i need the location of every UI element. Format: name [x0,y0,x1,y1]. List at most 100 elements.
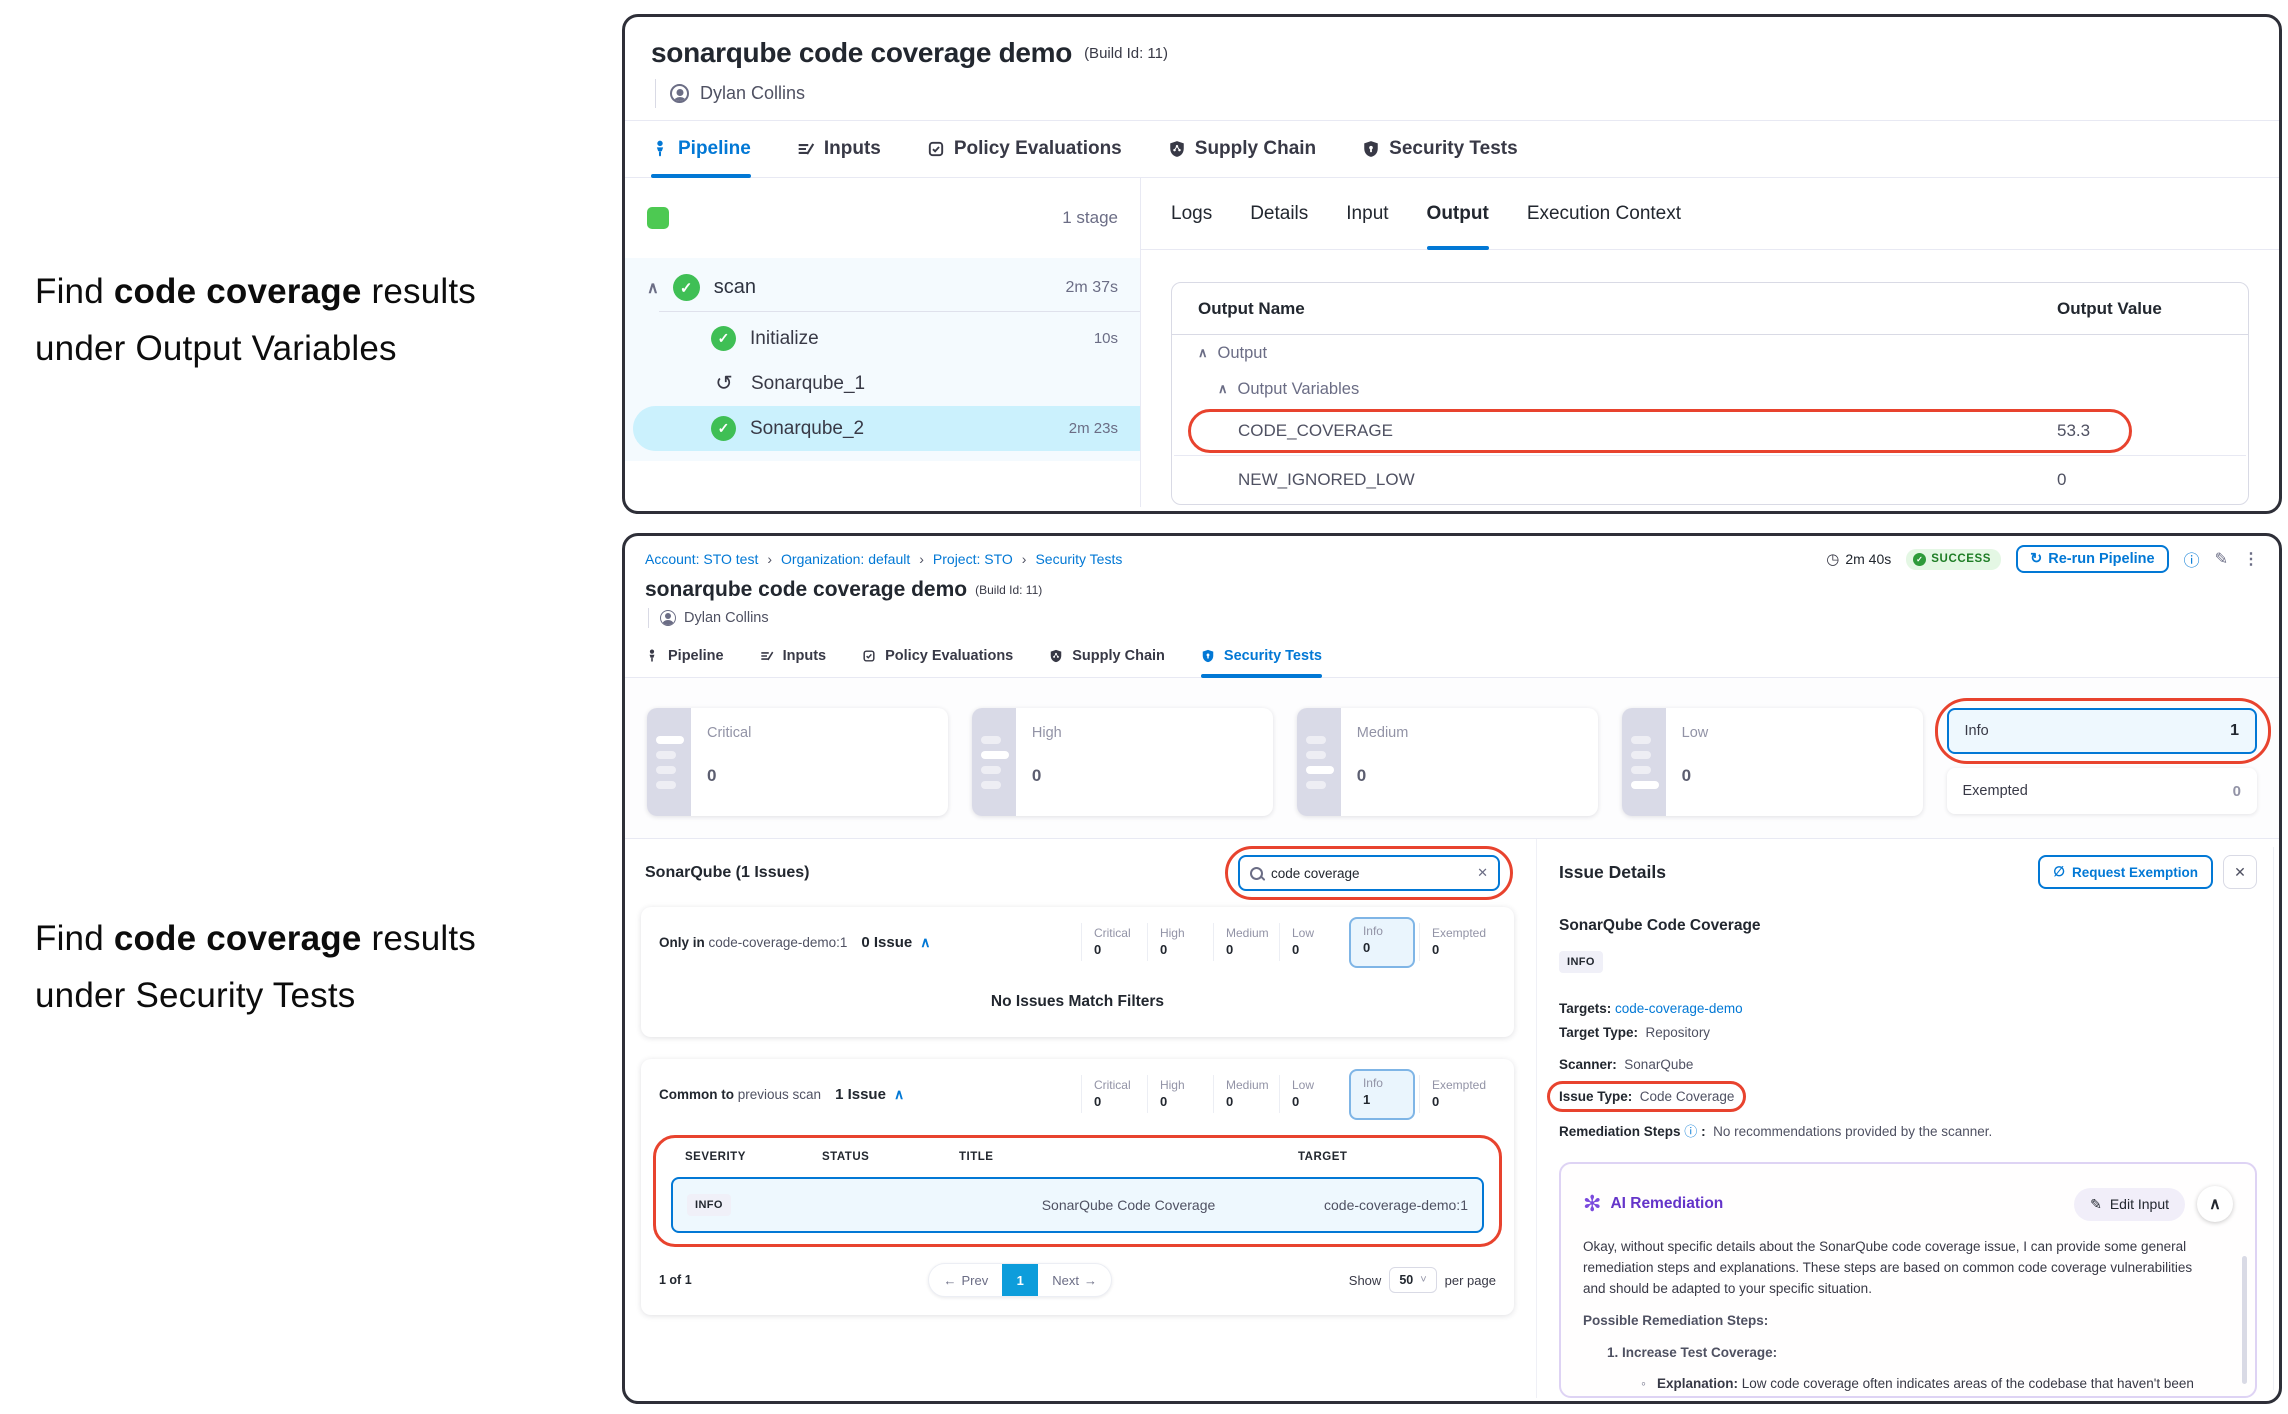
output-variables-group[interactable]: ∧ Output Variables [1172,371,2248,407]
security-shield-icon [1201,649,1215,663]
pagination: 1 of 1 ←Prev 1 Next→ Show 50 ˅ per page [659,1263,1496,1297]
tab-policy-evaluations[interactable]: Policy Evaluations [927,121,1122,177]
execution-duration: ◷ 2m 40s [1826,550,1891,568]
severity-badge: INFO [687,1194,731,1216]
pipeline-output-screenshot: sonarqube code coverage demo (Build Id: … [622,14,2282,514]
page-title: sonarqube code coverage demo [651,37,1072,69]
topbar-actions: ◷ 2m 40s ✓ SUCCESS ↻ Re-run Pipeline ⓘ ✎… [1826,545,2259,573]
execution-topbar: Account: STO test › Organization: defaul… [625,542,2279,576]
tab-logs[interactable]: Logs [1171,178,1212,249]
output-group[interactable]: ∧ Output [1172,335,2248,371]
issues-table-header: SEVERITY STATUS TITLE TARGET [671,1147,1484,1177]
breadcrumb-security-tests[interactable]: Security Tests [1035,551,1122,567]
issue-target: code-coverage-demo:1 [1296,1197,1468,1213]
execution-tabbar: Pipeline Inputs Policy Evaluations Suppl… [625,120,2279,178]
tab-security-tests[interactable]: Security Tests [1362,121,1517,177]
tab-supply-chain[interactable]: Supply Chain [1168,121,1316,177]
collapse-ai-button[interactable]: ∧ [2197,1186,2233,1222]
info-icon[interactable]: ⓘ [2184,547,2200,571]
scanner-issues-heading: SonarQube (1 Issues) [645,864,810,882]
breadcrumb-account[interactable]: Account: STO test [645,551,758,567]
severity-card-critical[interactable]: Critical0 [647,708,948,816]
chevron-down-icon: ˅ [1420,1274,1426,1286]
clear-search-icon[interactable]: ✕ [1477,865,1488,881]
stage-toolbar: 1 stage [625,178,1140,258]
page-range: 1 of 1 [659,1273,692,1287]
build-id: (Build Id: 11) [975,583,1042,597]
filter-high[interactable]: High0 [1147,923,1213,961]
inputs-icon [760,649,774,663]
collapse-chevron-icon[interactable]: ∧ [1198,345,1208,361]
tab-input[interactable]: Input [1346,178,1388,249]
status-badge: ✓ SUCCESS [1906,549,2001,570]
severity-card-low[interactable]: Low0 [1622,708,1923,816]
page-title: sonarqube code coverage demo [645,578,967,602]
info-exempted-stack: Info 1 Exempted 0 [1947,708,2258,816]
rerun-pipeline-button[interactable]: ↻ Re-run Pipeline [2016,545,2169,573]
security-tests-screenshot: Account: STO test › Organization: defaul… [622,533,2282,1404]
success-check-icon: ✓ [711,326,736,351]
stage-row-scan[interactable]: ∧ ✓ scan 2m 37s [625,266,1140,311]
breadcrumb-organization[interactable]: Organization: default [781,551,910,567]
target-link[interactable]: code-coverage-demo [1615,1001,1743,1016]
prev-page-button[interactable]: ←Prev [929,1264,1002,1296]
collapse-chevron-icon[interactable]: ∧ [920,934,930,951]
tab-output[interactable]: Output [1427,178,1489,249]
collapse-chevron-icon[interactable]: ∧ [894,1086,904,1103]
search-input[interactable] [1271,866,1469,881]
tab-pipeline[interactable]: Pipeline [651,121,751,177]
severity-card-info[interactable]: Info 1 [1947,708,2258,754]
search-box[interactable]: ✕ [1238,855,1500,891]
collapse-chevron-icon[interactable]: ∧ [647,278,659,298]
tab-supply-chain[interactable]: Supply Chain [1049,634,1165,677]
close-details-button[interactable]: ✕ [2223,855,2257,889]
filter-info[interactable]: Info0 [1349,917,1415,968]
filter-high[interactable]: High0 [1147,1075,1213,1113]
page-1-button[interactable]: 1 [1002,1264,1038,1296]
page-size-control: Show 50 ˅ per page [1349,1267,1496,1293]
pager: ←Prev 1 Next→ [928,1263,1111,1297]
page-size-select[interactable]: 50 ˅ [1389,1267,1436,1293]
filter-medium[interactable]: Medium0 [1213,923,1279,961]
issue-title: SonarQube Code Coverage [961,1197,1296,1213]
scanner-row: Scanner: SonarQube [1559,1057,2257,1072]
request-exemption-button[interactable]: ∅ Request Exemption [2038,855,2213,889]
tab-inputs[interactable]: Inputs [797,121,881,177]
step-row-sonarqube-2[interactable]: ✓ Sonarqube_2 2m 23s [633,406,1140,451]
filter-exempted[interactable]: Exempted0 [1419,1075,1496,1113]
success-check-icon: ✓ [711,416,736,441]
edit-pencil-icon[interactable]: ✎ [2215,549,2228,569]
rollback-icon: ↺ [711,371,737,396]
collapse-chevron-icon[interactable]: ∧ [1218,381,1228,397]
filter-low[interactable]: Low0 [1279,1075,1345,1113]
edit-input-button[interactable]: ✎ Edit Input [2074,1188,2185,1221]
tab-execution-context[interactable]: Execution Context [1527,178,1681,249]
next-page-button[interactable]: Next→ [1038,1264,1111,1296]
step-row-sonarqube-1[interactable]: ↺ Sonarqube_1 [625,361,1140,406]
output-table-header: Output Name Output Value [1172,283,2248,335]
filter-medium[interactable]: Medium0 [1213,1075,1279,1113]
kebab-menu-icon[interactable]: ⋮ [2243,549,2259,569]
info-icon[interactable]: ⓘ [1684,1124,1697,1139]
filter-critical[interactable]: Critical0 [1081,923,1147,961]
breadcrumb: Account: STO test › Organization: defaul… [645,551,1122,567]
tab-inputs[interactable]: Inputs [760,634,827,677]
breadcrumb-project[interactable]: Project: STO [933,551,1013,567]
step-row-initialize[interactable]: ✓ Initialize 10s [625,316,1140,361]
only-in-card: Only in code-coverage-demo:1 0 Issue ∧ C… [641,907,1514,1037]
scrollbar-thumb[interactable] [2242,1256,2247,1384]
filter-critical[interactable]: Critical0 [1081,1075,1147,1113]
col-target: TARGET [1298,1151,1470,1163]
tab-policy-evaluations[interactable]: Policy Evaluations [862,634,1013,677]
filter-info[interactable]: Info1 [1349,1069,1415,1120]
severity-card-medium[interactable]: Medium0 [1297,708,1598,816]
filter-low[interactable]: Low0 [1279,923,1345,961]
supply-chain-shield-icon [1049,649,1063,663]
severity-card-high[interactable]: High0 [972,708,1273,816]
tab-pipeline[interactable]: Pipeline [645,634,724,677]
filter-exempted[interactable]: Exempted0 [1419,923,1496,961]
tab-details[interactable]: Details [1250,178,1308,249]
severity-card-exempted[interactable]: Exempted 0 [1947,768,2258,814]
issue-row-sonarqube-code-coverage[interactable]: INFO SonarQube Code Coverage code-covera… [671,1177,1484,1233]
tab-security-tests[interactable]: Security Tests [1201,634,1322,677]
